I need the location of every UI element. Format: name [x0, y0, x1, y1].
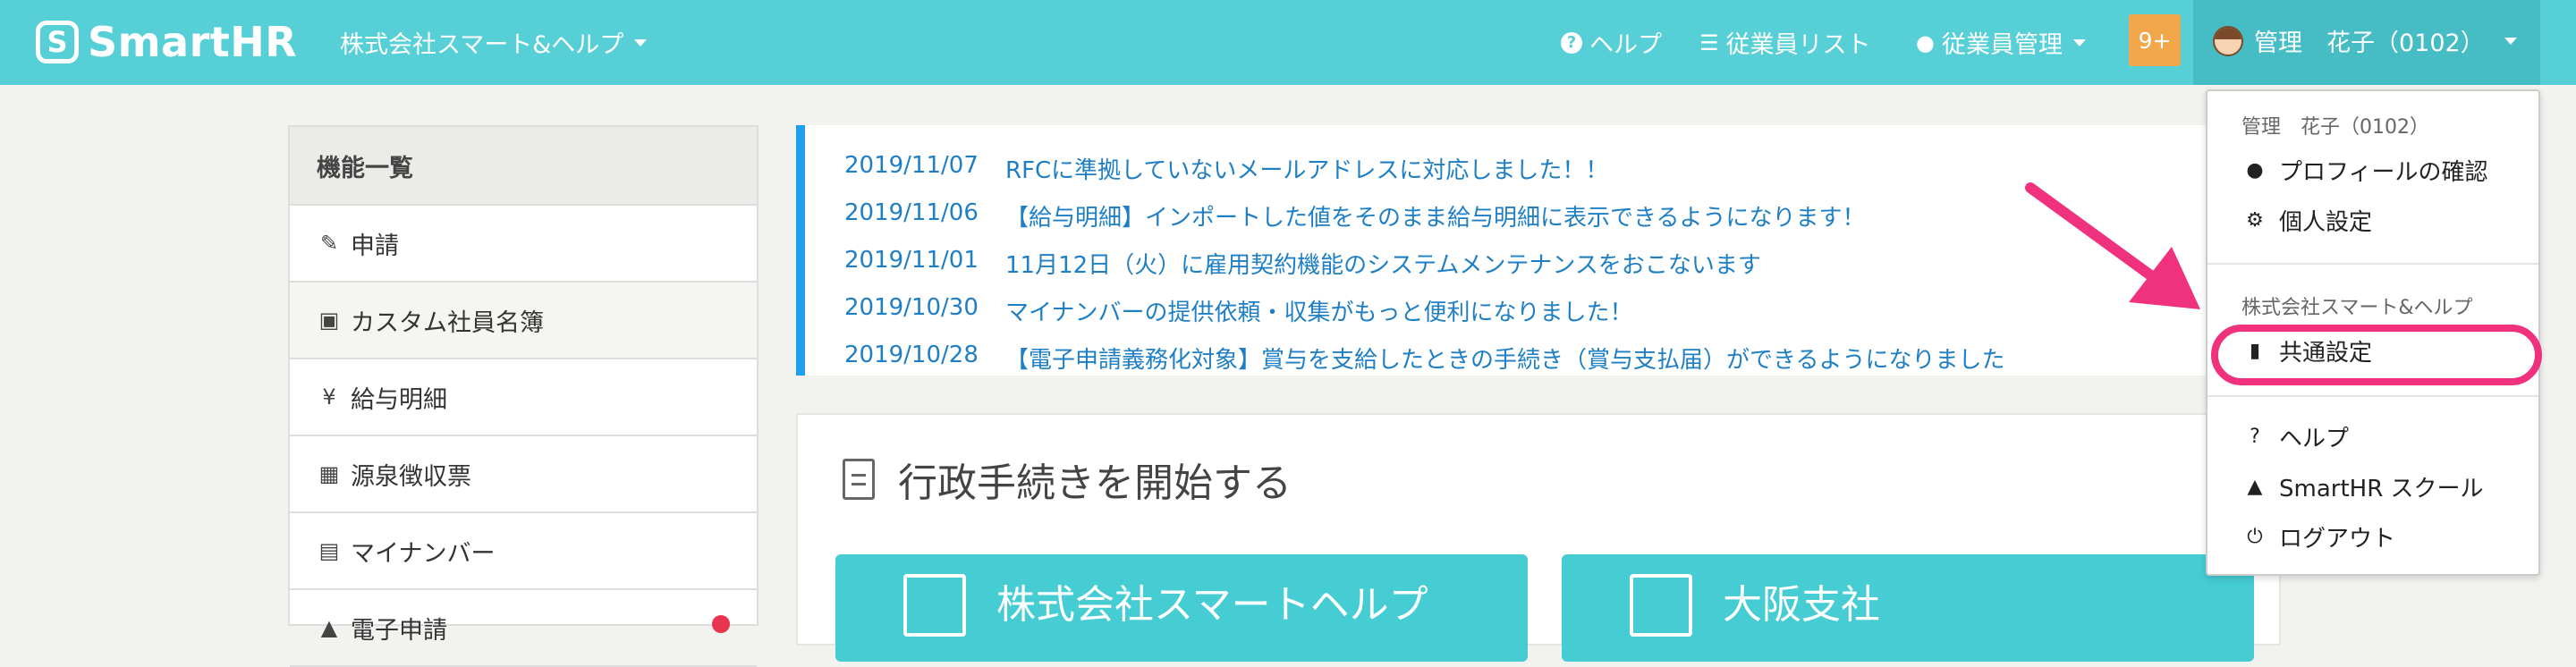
question-circle-icon: ? [1561, 31, 1582, 54]
id-card-icon: ▣ [318, 308, 340, 333]
news-date: 2019/11/06 [844, 199, 979, 226]
building-icon [903, 574, 966, 637]
sidebar-item-payslip[interactable]: ¥ 給与明細 [290, 359, 757, 436]
news-text: 【給与明細】インポートした値をそのまま給与明細に表示できるようになります！ [1005, 205, 1866, 232]
nav-employee-list[interactable]: ☰ 従業員リスト [1699, 25, 1871, 60]
menu-item-label: ログアウト [2279, 526, 2396, 553]
mortarboard-icon: ▲ [320, 615, 338, 640]
power-icon: ⏻ [2247, 526, 2263, 548]
chevron-down-icon [2072, 38, 2086, 46]
news-item[interactable]: 2019/10/28 【電子申請義務化対象】賞与を支給したときの手続き（賞与支払… [844, 342, 2281, 389]
mortarboard-icon: ▲ [2247, 476, 2263, 498]
news-text: マイナンバーの提供依頼・収集がもっと便利になりました！ [1005, 300, 1633, 326]
form-icon: ✎ [319, 231, 339, 256]
menu-item-label: プロフィールの確認 [2279, 159, 2488, 186]
user-icon: ● [2246, 159, 2264, 182]
sidebar-item-label: カスタム社員名簿 [351, 308, 544, 337]
sidebar-item-application[interactable]: ✎ 申請 [290, 206, 757, 283]
procedures-card: 行政手続きを開始する 株式会社スマートヘルプ 大阪支社 [796, 413, 2281, 662]
procedures-title-text: 行政手続きを開始する [898, 460, 1292, 506]
avatar [2213, 25, 2243, 56]
chevron-down-icon [2504, 37, 2517, 45]
smarthr-logo[interactable]: S SmartHR [36, 18, 297, 66]
menu-item-personal-settings[interactable]: ⚙ 個人設定 [2243, 204, 2372, 237]
news-date: 2019/11/01 [844, 247, 979, 274]
sidebar-item-custom-roster[interactable]: ▣ カスタム社員名簿 [290, 283, 757, 359]
sidebar-item-withholding[interactable]: ▦ 源泉徴収票 [290, 436, 757, 513]
calculator-icon: ▦ [318, 461, 340, 486]
menu-item-help[interactable]: ? ヘルプ [2243, 420, 2349, 453]
sidebar-item-mynumber[interactable]: ▤ マイナンバー [290, 513, 757, 590]
sidebar-item-label: マイナンバー [351, 539, 496, 568]
building-icon [1630, 574, 1692, 637]
annotation-arrow-icon [2025, 182, 2200, 309]
chevron-down-icon [634, 38, 648, 46]
nav-help-label: ヘルプ [1589, 31, 1662, 59]
nav-employee-list-label: 従業員リスト [1725, 31, 1871, 59]
user-menu-toggle[interactable]: 管理 花子（0102） [2213, 23, 2517, 58]
document-icon [843, 459, 875, 500]
news-date: 2019/10/30 [844, 294, 979, 321]
menu-item-school[interactable]: ▲ SmartHR スクール [2243, 470, 2484, 503]
menu-item-profile[interactable]: ● プロフィールの確認 [2243, 154, 2487, 187]
sidebar-title: 機能一覧 [290, 127, 757, 206]
company-switcher[interactable]: 株式会社スマート&ヘルプ [340, 25, 648, 60]
divider [2207, 395, 2538, 397]
logo-text: SmartHR [88, 18, 298, 66]
notification-dot [712, 615, 730, 633]
procedures-title: 行政手続きを開始する [843, 451, 1292, 508]
user-icon: ● [1916, 30, 1935, 55]
procedure-tile-osaka[interactable]: 大阪支社 [1562, 554, 2254, 662]
dropdown-company-label: 株式会社スマート&ヘルプ [2241, 297, 2473, 319]
gear-icon: ⚙ [2246, 209, 2264, 232]
news-text: RFCに準拠していないメールアドレスに対応しました！！ [1005, 157, 1609, 184]
top-header: S SmartHR 株式会社スマート&ヘルプ ? ヘルプ ☰ 従業員リスト ● … [0, 0, 2576, 85]
sidebar-item-label: 給与明細 [351, 385, 447, 414]
highlight-ring [2211, 325, 2542, 385]
news-text: 【電子申請義務化対象】賞与を支給したときの手続き（賞与支払届）ができるようになり… [1005, 347, 2005, 374]
news-text: 11月12日（火）に雇用契約機能のシステムメンテナンスをおこないます [1005, 252, 1761, 279]
news-date: 2019/10/28 [844, 342, 979, 368]
sidebar-item-label: 電子申請 [351, 616, 447, 645]
sidebar-item-label: 源泉徴収票 [351, 462, 471, 491]
nav-employee-management-label: 従業員管理 [1941, 31, 2063, 59]
dropdown-user-label: 管理 花子（0102） [2241, 116, 2429, 139]
logo-mark-icon: S [36, 21, 79, 63]
menu-item-label: 個人設定 [2279, 209, 2373, 236]
nav-help[interactable]: ? ヘルプ [1561, 25, 1662, 60]
sidebar-item-label: 申請 [351, 232, 399, 260]
yen-bag-icon: ¥ [322, 384, 336, 409]
procedure-tile-company[interactable]: 株式会社スマートヘルプ [835, 554, 1528, 662]
company-name: 株式会社スマート&ヘルプ [340, 31, 624, 59]
list-icon: ☰ [1699, 30, 1719, 55]
news-date: 2019/11/07 [844, 152, 979, 179]
menu-item-label: ヘルプ [2279, 426, 2350, 452]
tile-label: 株式会社スマートヘルプ [996, 582, 1428, 628]
notification-badge[interactable]: 9+ [2129, 14, 2181, 66]
divider [2207, 263, 2538, 265]
card-icon: ▤ [318, 538, 340, 563]
question-circle-icon: ? [2250, 426, 2260, 448]
sidebar-item-e-application[interactable]: ▲ 電子申請 [290, 590, 757, 667]
feature-sidebar: 機能一覧 ✎ 申請 ▣ カスタム社員名簿 ¥ 給与明細 ▦ 源泉徴収票 ▤ マイ… [288, 125, 758, 667]
menu-item-label: SmartHR スクール [2279, 476, 2484, 502]
tile-label: 大阪支社 [1723, 582, 1880, 628]
menu-item-logout[interactable]: ⏻ ログアウト [2243, 520, 2395, 553]
nav-employee-management[interactable]: ● 従業員管理 [1916, 25, 2086, 60]
user-name: 管理 花子（0102） [2254, 30, 2485, 57]
